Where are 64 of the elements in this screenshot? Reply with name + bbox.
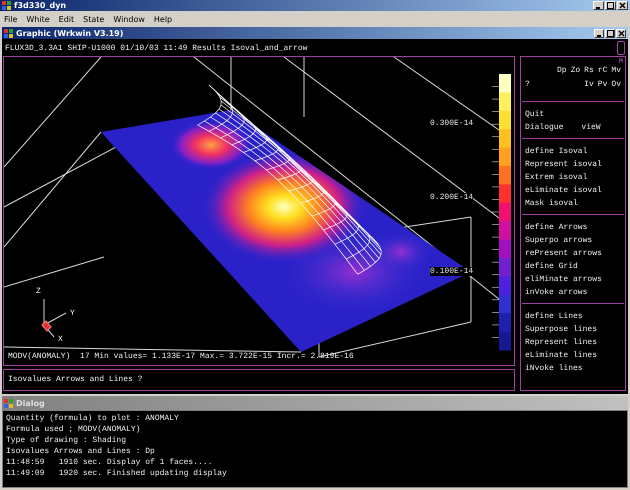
- shortcut-command[interactable]: Rs: [584, 66, 594, 75]
- menu-command[interactable]: iNvoke lines: [525, 362, 583, 375]
- menu-item[interactable]: Window: [113, 14, 145, 24]
- menu-command[interactable]: eLiminate isoval: [525, 184, 602, 197]
- axis-triad-drawing: [41, 298, 66, 338]
- shortcut-command[interactable]: Zo: [570, 66, 580, 75]
- menu-item[interactable]: White: [26, 14, 50, 24]
- menu-command[interactable]: vieW: [581, 121, 601, 134]
- menu-command[interactable]: Quit: [525, 108, 544, 121]
- shortcut-command[interactable]: rC: [598, 66, 608, 75]
- window-icon: [4, 28, 13, 38]
- console-line: 11:48:59 1910 sec. Display of 1 faces....: [6, 457, 214, 468]
- menu-command[interactable]: Represent lines: [525, 336, 598, 349]
- menu-item[interactable]: File: [4, 14, 18, 24]
- console-line: Formula used ; MODV(ANOMALY): [6, 424, 142, 435]
- menu-item[interactable]: Help: [154, 14, 172, 24]
- shortcut-command[interactable]: Pv: [598, 80, 608, 89]
- menu-command[interactable]: Superpo arrows: [525, 234, 592, 247]
- menu-item[interactable]: State: [83, 14, 104, 24]
- help-command[interactable]: ?: [525, 80, 530, 89]
- minimize-button[interactable]: [593, 1, 604, 10]
- menu-command[interactable]: define Lines: [525, 310, 583, 323]
- axis-label: X: [58, 335, 63, 344]
- window-title: f3d330_dyn: [14, 1, 66, 10]
- status-text: FLUX3D_3.3A1 SHIP-U1000 01/10/03 11:49 Results Isoval_and_arrow: [5, 44, 308, 52]
- maximize-button[interactable]: [605, 28, 615, 38]
- maximize-icon: [606, 30, 614, 36]
- console-line: Quantity (formula) to plot : ANOMALY: [6, 413, 180, 424]
- console-line: Type of drawing : Shading: [6, 435, 128, 446]
- summary-text: MODV(ANOMALY) 17 Min values= 1.133E-17 Max.= 3.722E-15 Incr.= 2.819E-16: [8, 352, 354, 361]
- shortcut-command[interactable]: Mv: [611, 66, 621, 75]
- menu-item[interactable]: Edit: [58, 14, 74, 24]
- menu-command[interactable]: eLiminate lines: [525, 349, 598, 362]
- menu-command[interactable]: Superpose lines: [525, 323, 598, 336]
- menu-command[interactable]: rePresent arrows: [525, 247, 602, 260]
- app-icon: [2, 1, 11, 10]
- menu-command[interactable]: eliMinate arrows: [525, 273, 602, 286]
- menu-command[interactable]: inVoke arrows: [525, 286, 588, 299]
- scale-label: 0.100E-14: [430, 267, 474, 276]
- shortcut-command[interactable]: Ov: [611, 80, 621, 89]
- scale-label: 0.200E-14: [430, 193, 474, 202]
- menu-command[interactable]: Represent isoval: [525, 158, 602, 171]
- menu-command[interactable]: define Isoval: [525, 145, 588, 158]
- shortcut-command[interactable]: Iv: [584, 80, 594, 89]
- console-line: 11:49:09 1920 sec. Finished updating display: [6, 468, 228, 479]
- window-icon: [4, 398, 13, 408]
- axis-label: Y: [70, 309, 75, 318]
- menu-command[interactable]: Dialogue: [525, 121, 564, 134]
- close-icon: [618, 30, 624, 36]
- window-title: Dialog: [16, 398, 45, 408]
- prompt-text: Isovalues Arrows and Lines ?: [3, 369, 515, 391]
- menu-command[interactable]: define Arrows: [525, 221, 588, 234]
- shortcut-command[interactable]: Dp: [556, 66, 567, 75]
- menu-command[interactable]: Extrem isoval: [525, 171, 588, 184]
- console-line: Isovalues Arrows and Lines : Dp: [6, 446, 156, 457]
- menu-command[interactable]: Mask isoval: [525, 197, 578, 210]
- axis-label: Z: [36, 287, 41, 296]
- scale-label: 0.300E-14: [430, 119, 474, 128]
- close-icon: [619, 2, 626, 9]
- minimize-button[interactable]: [594, 28, 604, 38]
- close-button[interactable]: [616, 28, 626, 38]
- maximize-icon: [607, 2, 614, 9]
- menu-command[interactable]: define Grid: [525, 260, 578, 273]
- window-title: Graphic (Wrkwin V3.19): [16, 28, 124, 38]
